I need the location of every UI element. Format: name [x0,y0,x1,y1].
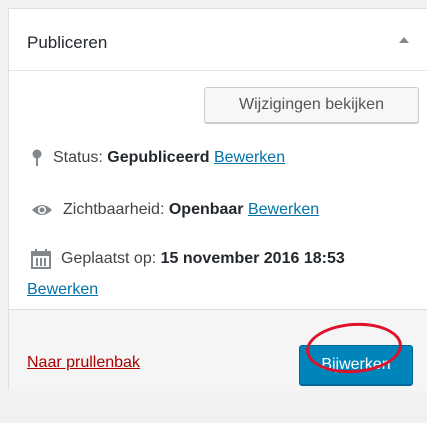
status-row: Status: Gepubliceerd Bewerken [31,149,285,167]
eye-icon [31,203,53,217]
triangle-up-icon[interactable] [399,37,409,43]
update-button[interactable]: Bijwerken [299,345,413,385]
visibility-value: Openbaar [168,201,244,218]
published-label: Geplaatst op: [61,250,161,268]
published-value: 15 november 2016 18:53 [160,250,345,268]
published-date-row: Geplaatst op: 15 november 2016 18:53 [31,249,345,269]
page: Publiceren Wijzigingen bekijken Status: … [0,0,427,423]
status-value: Gepubliceerd [107,149,210,167]
edit-status-link[interactable]: Bewerken [214,149,285,166]
visibility-row: Zichtbaarheid: Openbaar Bewerken [31,201,319,219]
calendar-icon [31,249,51,269]
publish-box-title: Publiceren [27,33,108,52]
pin-icon [31,149,43,167]
published-edit-row: Bewerken [27,281,98,299]
visibility-label: Zichtbaarheid: [63,201,169,218]
publish-box-footer: Naar prullenbak Bijwerken [9,309,427,391]
status-label: Status: [53,149,108,167]
preview-changes-button[interactable]: Wijzigingen bekijken [204,87,419,123]
move-to-trash-link[interactable]: Naar prullenbak [27,354,140,372]
edit-published-date-link[interactable]: Bewerken [27,281,98,298]
edit-visibility-link[interactable]: Bewerken [248,201,319,218]
publish-box: Publiceren Wijzigingen bekijken Status: … [8,8,427,391]
publish-box-header[interactable]: Publiceren [9,9,427,71]
